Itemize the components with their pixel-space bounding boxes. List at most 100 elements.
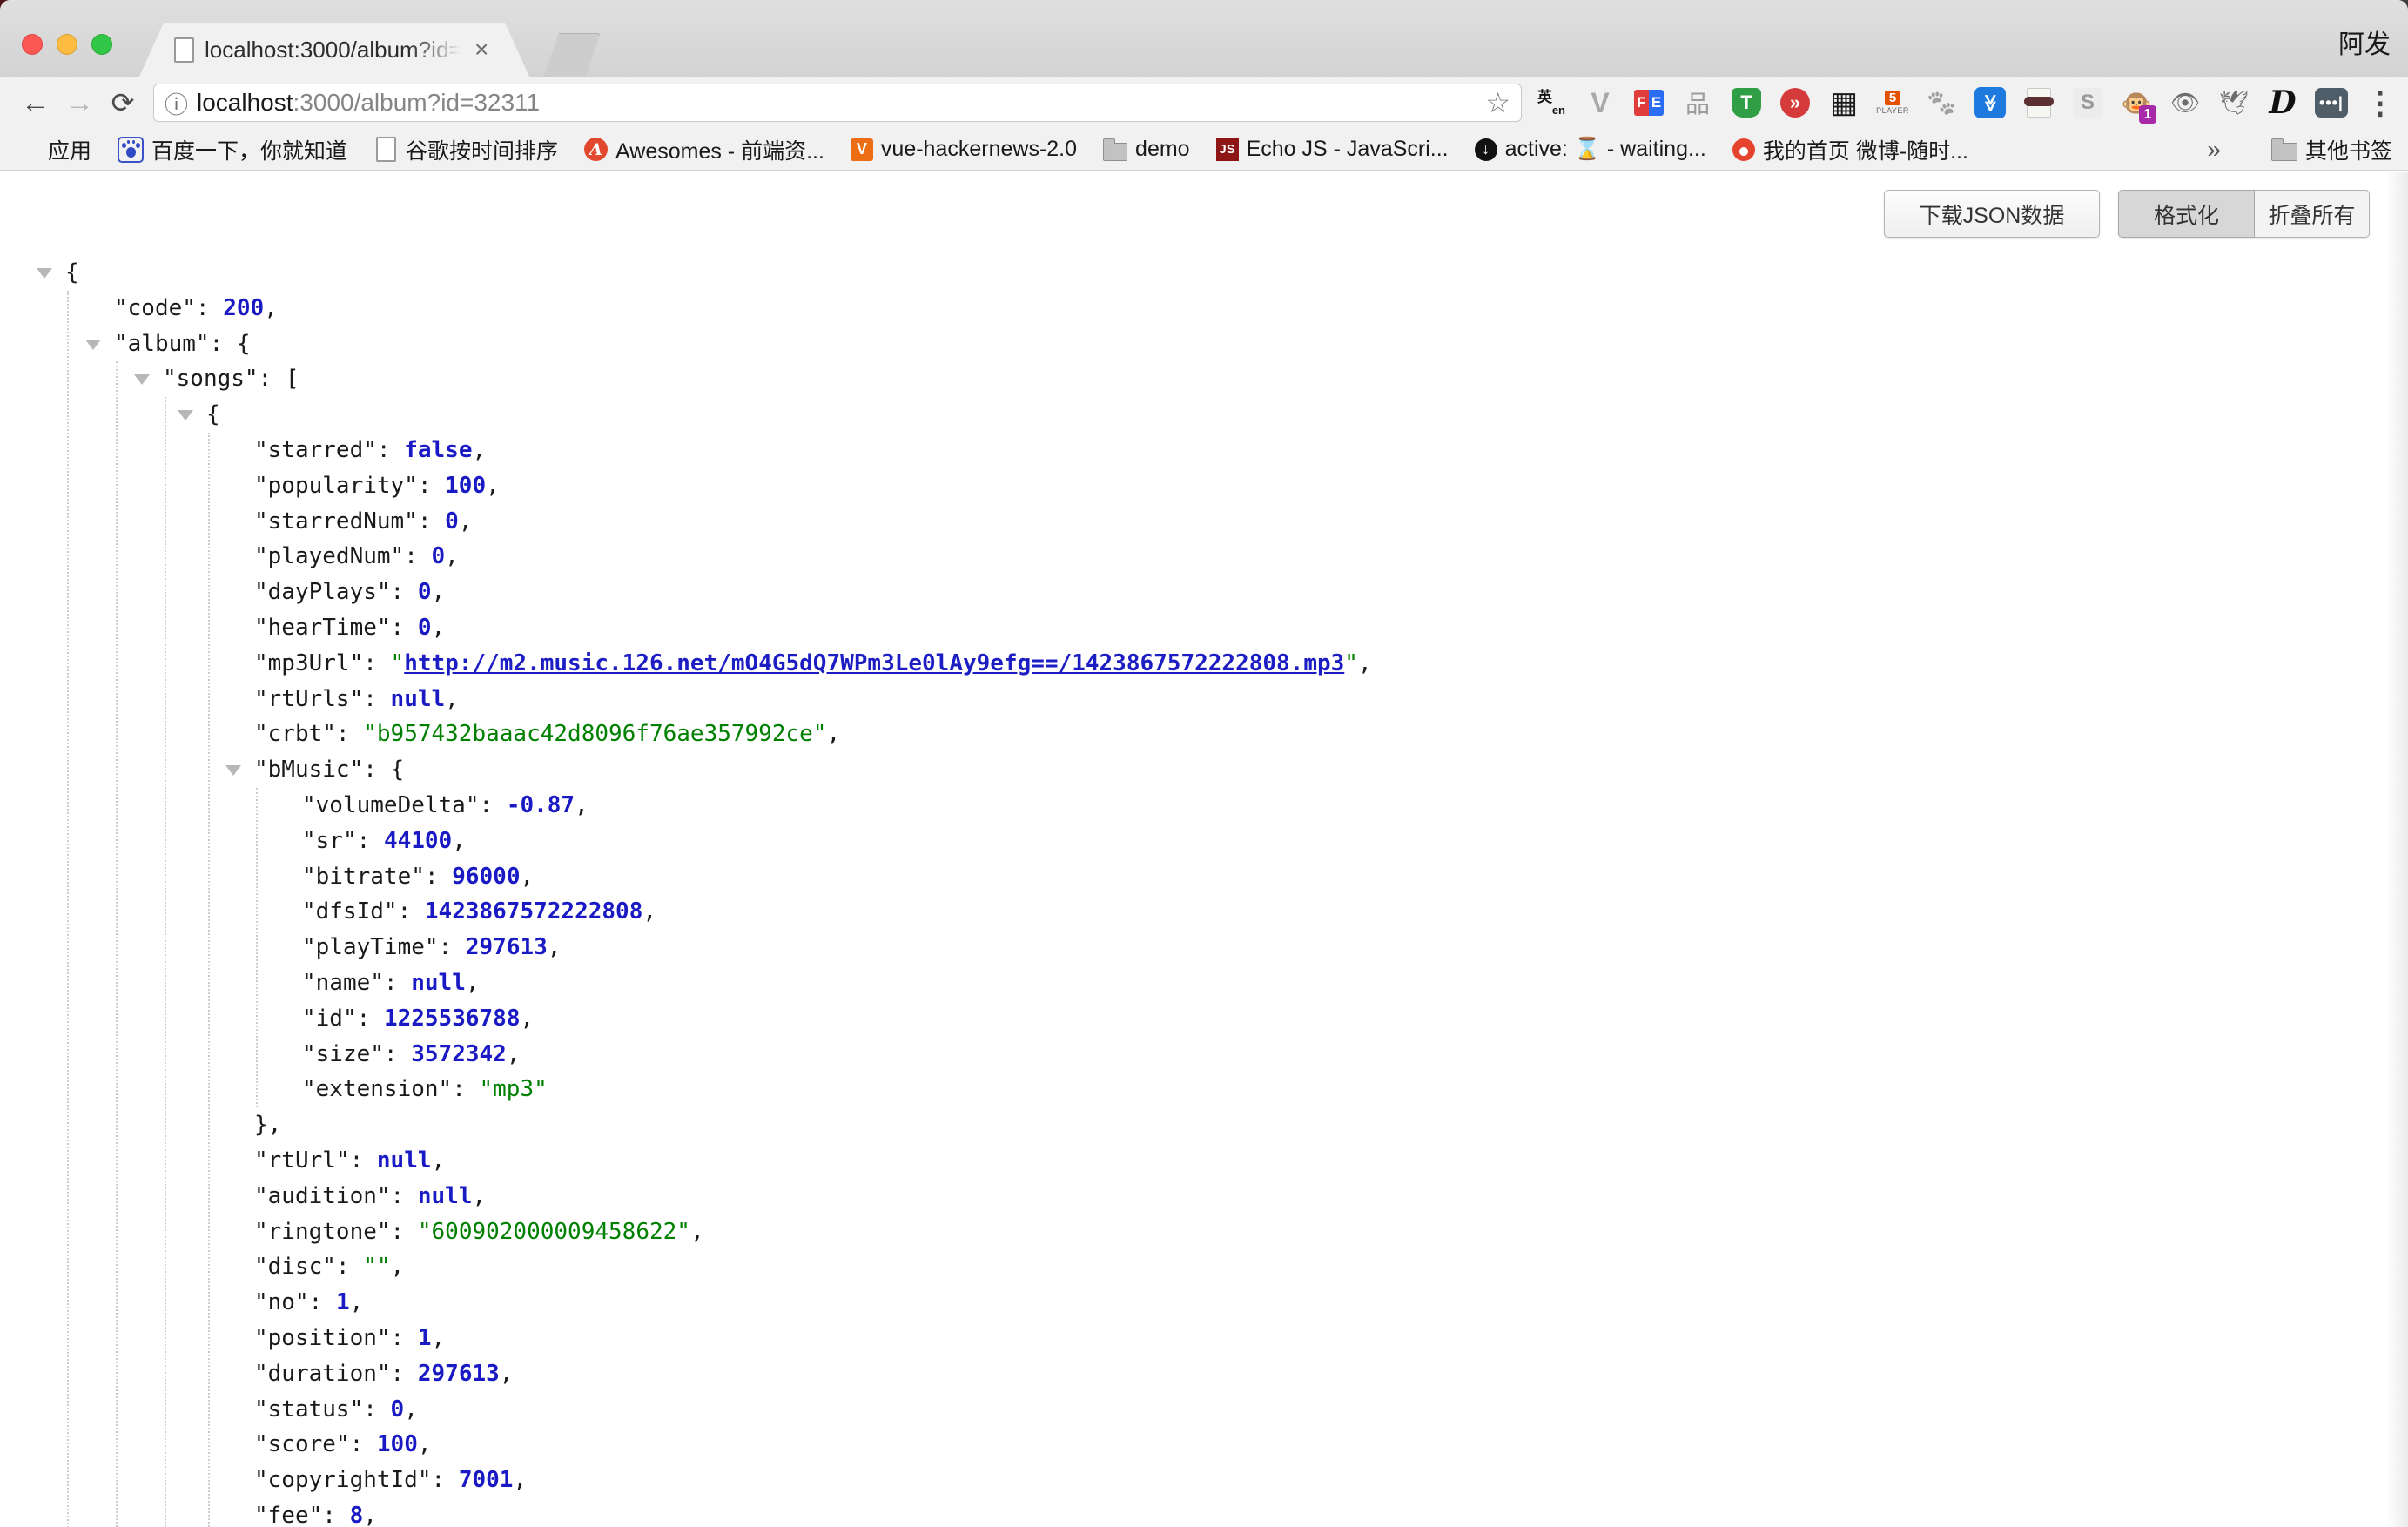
- json-token: {: [237, 331, 251, 357]
- json-token: -0.87: [507, 792, 575, 818]
- download-json-button[interactable]: 下载JSON数据: [1884, 190, 2100, 238]
- format-button[interactable]: 格式化: [2118, 190, 2255, 238]
- json-token: :: [322, 1503, 349, 1527]
- site-info-icon[interactable]: ⓘ: [165, 86, 188, 120]
- json-token: "dayPlays": [254, 579, 391, 605]
- dark-d-icon[interactable]: D: [2265, 85, 2300, 120]
- json-line: "ringtone": "600902000009458622",: [0, 1214, 2408, 1250]
- json-token: "disc": [254, 1254, 336, 1280]
- json-token: "dfsId": [302, 898, 398, 925]
- collapse-toggle-icon[interactable]: [85, 340, 101, 350]
- mask-document-icon[interactable]: [2021, 85, 2056, 120]
- json-token: 0: [432, 543, 446, 569]
- json-line: "extension": "mp3": [0, 1072, 2408, 1107]
- json-token: 297613: [466, 934, 548, 960]
- zoom-window-button[interactable]: [91, 34, 112, 55]
- new-tab-button[interactable]: [543, 33, 601, 78]
- bookmark-item[interactable]: Vvue-hackernews-2.0: [851, 137, 1077, 162]
- json-token: ,: [520, 864, 534, 890]
- video-speed-icon[interactable]: »: [1778, 85, 1813, 120]
- bookmark-item[interactable]: 百度一下，你就知道: [118, 134, 347, 165]
- bookmark-item[interactable]: 应用: [16, 134, 91, 165]
- tab-active[interactable]: localhost:3000/album?id=323 ×: [139, 23, 529, 77]
- json-token: {: [206, 401, 220, 427]
- json-token: 1423867572222808: [425, 898, 642, 925]
- json-token: null: [411, 970, 466, 996]
- folder-icon: [2271, 143, 2297, 161]
- json-line: {: [0, 397, 2408, 433]
- json-token: ,: [466, 970, 480, 996]
- json-token: :: [384, 1041, 411, 1067]
- close-window-button[interactable]: [22, 34, 43, 55]
- bookmark-item[interactable]: JSEcho JS - JavaScri...: [1216, 137, 1449, 162]
- toolbar: ← → ⟳ ⓘ localhost :3000/album?id=32311 ☆…: [0, 77, 2408, 129]
- bookmark-item[interactable]: demo: [1103, 137, 1190, 162]
- json-line: {: [0, 255, 2408, 291]
- collapse-toggle-icon[interactable]: [134, 374, 150, 385]
- bookmark-item[interactable]: 我的首页 微博-随时...: [1732, 134, 1968, 165]
- address-bar[interactable]: ⓘ localhost :3000/album?id=32311 ☆: [153, 84, 1522, 122]
- blue-chevron-icon[interactable]: ≫: [1973, 85, 2008, 120]
- tab-close-icon[interactable]: ×: [474, 37, 488, 62]
- json-token: ,: [459, 508, 473, 535]
- json-token: ,: [264, 295, 278, 321]
- json-token: :: [452, 1076, 479, 1102]
- json-token: ,: [432, 579, 446, 605]
- json-token: 0: [418, 579, 432, 605]
- bookmark-item[interactable]: 谷歌按时间排序: [373, 134, 558, 165]
- json-token: ,: [404, 1396, 418, 1423]
- collapse-toggle-icon[interactable]: [178, 410, 193, 420]
- json-token: {: [391, 757, 405, 783]
- down-arrow-icon: ↓: [1475, 138, 1497, 161]
- browser-menu-icon[interactable]: ⋮: [2364, 84, 2394, 121]
- bookmark-star-icon[interactable]: ☆: [1485, 86, 1510, 119]
- json-line: "sr": 44100,: [0, 824, 2408, 859]
- tab-title: localhost:3000/album?id=323: [205, 37, 466, 64]
- monkey-badge-icon[interactable]: 🐵1: [2119, 85, 2154, 120]
- gray-s-icon[interactable]: S: [2070, 85, 2105, 120]
- json-token: :: [391, 1219, 418, 1245]
- json-line: "bitrate": 96000,: [0, 859, 2408, 895]
- mp3-url-link[interactable]: http://m2.music.126.net/mO4G5dQ7WPm3Le0l…: [404, 650, 1344, 676]
- json-token: :: [363, 650, 390, 676]
- back-button[interactable]: ←: [14, 88, 57, 118]
- html5-player-icon[interactable]: 5PLAYER: [1875, 85, 1910, 120]
- json-token: ,: [268, 1112, 282, 1138]
- json-line: },: [0, 1107, 2408, 1143]
- scrollbar-track[interactable]: [2385, 172, 2408, 1527]
- json-token: 3572342: [411, 1041, 507, 1067]
- collapse-all-button[interactable]: 折叠所有: [2255, 190, 2370, 238]
- translate-icon[interactable]: 英en: [1534, 85, 1569, 120]
- weibo-eye-icon[interactable]: 👁: [2168, 85, 2203, 120]
- json-token: :: [336, 1254, 363, 1280]
- json-token: "popularity": [254, 473, 418, 499]
- collapse-toggle-icon[interactable]: [225, 765, 241, 776]
- json-token: :: [259, 366, 286, 392]
- json-line: "score": 100,: [0, 1427, 2408, 1463]
- green-shield-t-icon[interactable]: T: [1729, 85, 1764, 120]
- collapse-toggle-icon[interactable]: [37, 268, 52, 279]
- fehelper-icon[interactable]: FE: [1631, 85, 1666, 120]
- paw-icon[interactable]: 🐾: [1924, 85, 1959, 120]
- json-token: "rtUrls": [254, 686, 363, 712]
- json-token: :: [398, 898, 425, 925]
- sitemap-icon[interactable]: 品: [1680, 85, 1715, 120]
- bird-icon[interactable]: 🕊: [2216, 85, 2251, 120]
- json-line: "playedNum": 0,: [0, 539, 2408, 575]
- json-line: "code": 200,: [0, 291, 2408, 326]
- json-token: 0: [418, 615, 432, 641]
- json-token: "score": [254, 1431, 350, 1457]
- json-token: null: [391, 686, 446, 712]
- qrcode-icon[interactable]: ▦: [1826, 85, 1861, 120]
- profile-name[interactable]: 阿发: [2338, 23, 2391, 61]
- bookmark-item[interactable]: AAwesomes - 前端资...: [584, 134, 824, 165]
- bookmark-item[interactable]: ↓active: ⌛ - waiting...: [1475, 137, 1706, 162]
- json-token: :: [391, 1325, 418, 1351]
- json-token: "playedNum": [254, 543, 404, 569]
- other-bookmarks[interactable]: 其他书签: [2271, 134, 2392, 165]
- vimium-gray-icon[interactable]: V: [1583, 85, 1618, 120]
- minimize-window-button[interactable]: [57, 34, 77, 55]
- bookmarks-overflow-chevron[interactable]: »: [2207, 136, 2221, 164]
- password-dots-icon[interactable]: •••|: [2314, 85, 2349, 120]
- reload-button[interactable]: ⟳: [101, 89, 145, 117]
